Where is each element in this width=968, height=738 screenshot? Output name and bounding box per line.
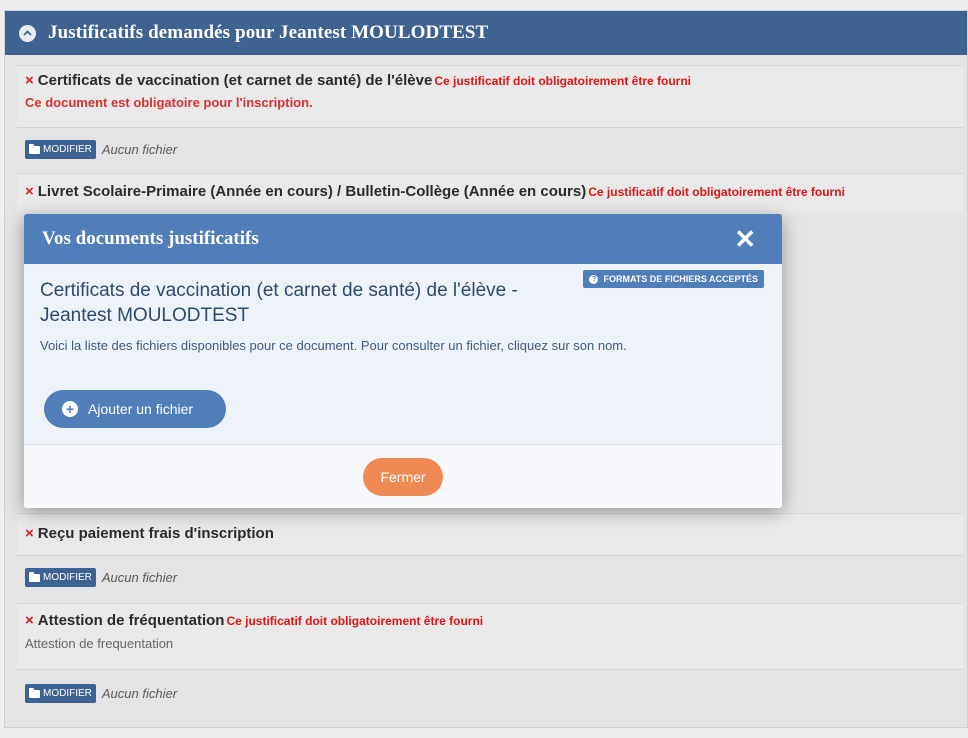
folder-icon [29,571,40,582]
folder-icon [29,143,40,154]
file-status: Aucun fichier [101,570,178,585]
close-button[interactable]: Fermer [363,457,443,496]
modal-title: Vos documents justificatifs [42,228,259,249]
modal-body: ? FORMATS DE FICHIERS ACCEPTÉS Certificat… [24,264,782,444]
formats-label: FORMATS DE FICHIERS ACCEPTÉS [603,274,758,284]
document-item-vaccination: × Certificats de vaccination (et carnet d… [17,65,963,171]
missing-icon: × [25,612,34,629]
accepted-formats-button[interactable]: ? FORMATS DE FICHIERS ACCEPTÉS [583,270,764,288]
folder-icon [29,687,40,698]
modify-button[interactable]: MODIFIER [25,684,96,703]
modify-label: MODIFIER [43,688,92,699]
document-item-recu: × Reçu paiement frais d'inscription MODIF… [17,513,963,599]
modify-label: MODIFIER [43,144,92,155]
file-status: Aucun fichier [101,142,178,157]
close-icon[interactable]: ✕ [734,226,756,252]
missing-icon: × [25,72,34,89]
document-item-livret: × Livret Scolaire-Primaire (Année en cour… [17,173,963,213]
add-file-label: Ajouter un fichier [88,401,194,417]
chevron-up-icon[interactable] [19,24,36,42]
required-note: Ce justificatif doit obligatoirement êtr… [434,74,692,88]
required-note: Ce justificatif doit obligatoirement êtr… [588,185,845,199]
missing-icon: × [25,183,34,200]
required-line: Ce document est obligatoire pour l'inscr… [25,95,313,110]
panel-title: Justificatifs demandés pour Jeantest MOU… [48,22,489,43]
document-title: Attestion de fréquentation [37,612,225,629]
modify-label: MODIFIER [43,572,92,583]
modal-footer: Fermer [24,444,782,508]
question-icon: ? [589,274,599,284]
document-title: Livret Scolaire-Primaire (Année en cours… [37,183,587,200]
document-title: Certificats de vaccination (et carnet de… [37,72,433,89]
missing-icon: × [25,525,34,542]
documents-modal: Vos documents justificatifs ✕ ? FORMATS D… [24,214,782,508]
plus-icon: + [62,401,78,417]
panel-header[interactable]: Justificatifs demandés pour Jeantest MOU… [5,11,967,55]
document-item-attestation: × Attestion de fréquentation Ce justificat… [17,603,963,717]
document-description: Attestion de frequentation [25,636,174,651]
modify-button[interactable]: MODIFIER [25,140,96,159]
modal-document-title: Certificats de vaccination (et carnet de… [40,280,518,326]
add-file-button[interactable]: + Ajouter un fichier [44,390,226,428]
modify-button[interactable]: MODIFIER [25,568,96,587]
file-status: Aucun fichier [101,686,178,701]
modal-header: Vos documents justificatifs ✕ [24,214,782,264]
required-note: Ce justificatif doit obligatoirement êtr… [226,614,484,628]
modal-info-text: Voici la liste des fichiers disponibles … [40,338,627,353]
document-title: Reçu paiement frais d'inscription [37,525,274,542]
